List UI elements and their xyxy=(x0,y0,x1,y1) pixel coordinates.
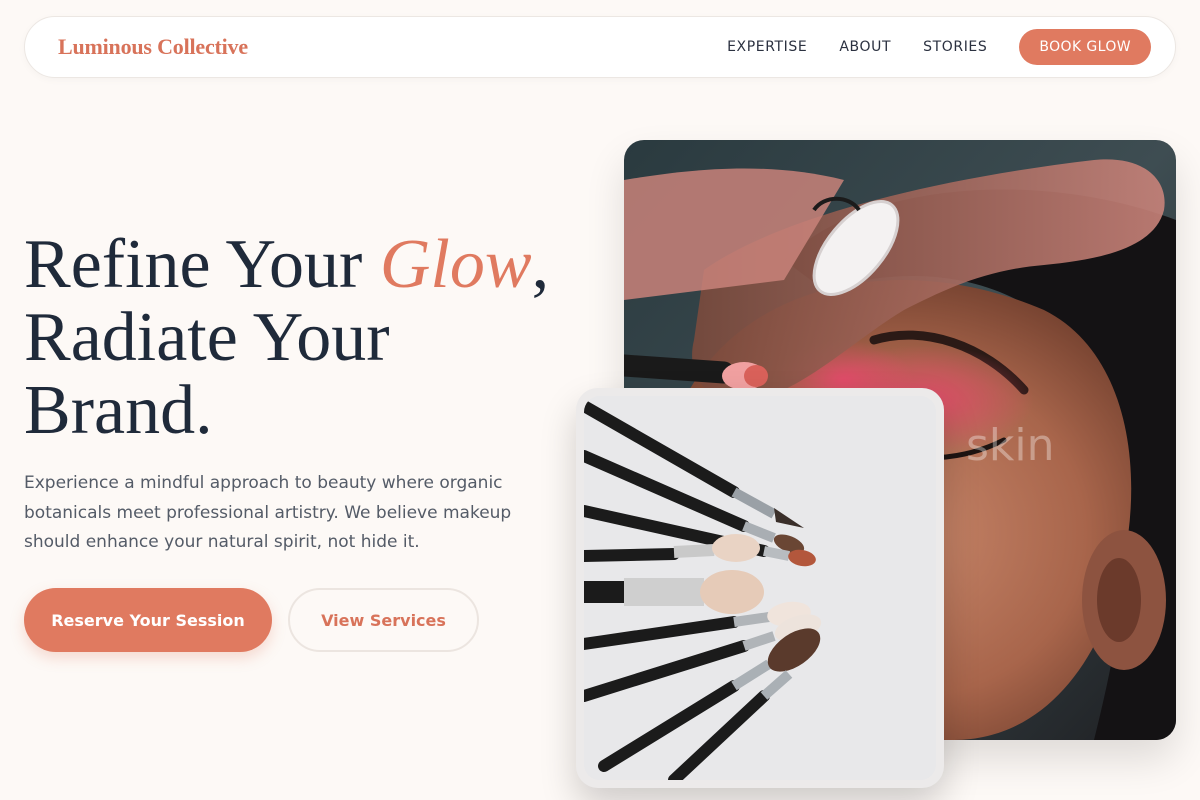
makeup-brushes-photo-card xyxy=(576,388,944,788)
book-glow-button[interactable]: BOOK GLOW xyxy=(1019,29,1151,65)
hero-headline: Refine Your Glow, Radiate Your Brand. xyxy=(24,228,604,447)
nav-link-expertise[interactable]: EXPERTISE xyxy=(727,39,807,55)
nav-link-stories[interactable]: STORIES xyxy=(923,39,987,55)
makeup-brushes-illustration xyxy=(584,396,936,780)
headline-line3: Brand. xyxy=(24,372,213,449)
headline-line2: Radiate Your xyxy=(24,299,390,376)
headline-part1: Refine Your xyxy=(24,226,380,303)
nav-link-about[interactable]: ABOUT xyxy=(839,39,891,55)
brand-logo[interactable]: Luminous Collective xyxy=(58,34,248,60)
reserve-session-button[interactable]: Reserve Your Session xyxy=(24,588,272,652)
headline-part2: , xyxy=(531,226,550,303)
nav-links: EXPERTISE ABOUT STORIES BOOK GLOW xyxy=(727,29,1151,65)
view-services-button[interactable]: View Services xyxy=(288,588,479,652)
hero-description: Experience a mindful approach to beauty … xyxy=(24,473,512,552)
top-navigation: Luminous Collective EXPERTISE ABOUT STOR… xyxy=(24,16,1176,78)
headline-accent: Glow xyxy=(379,226,532,303)
main-photo-watermark: skin xyxy=(966,420,1055,471)
makeup-brushes-photo xyxy=(584,396,936,780)
